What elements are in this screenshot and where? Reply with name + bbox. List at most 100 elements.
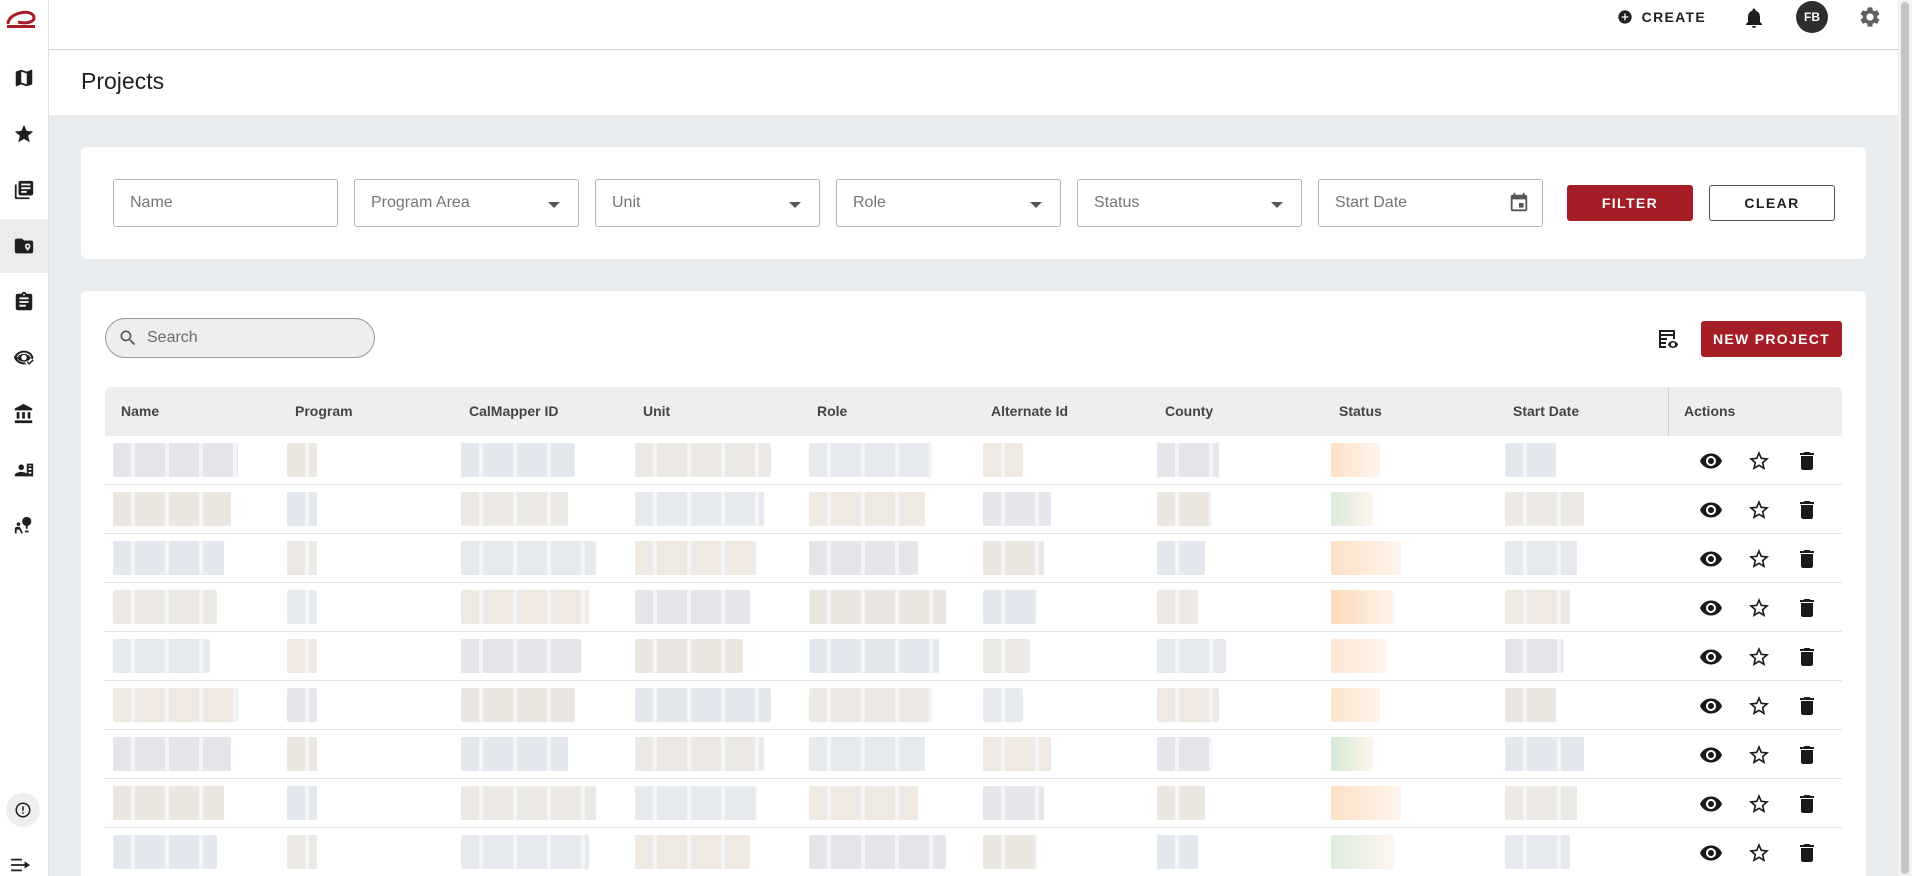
new-project-button[interactable]: NEW PROJECT (1701, 321, 1842, 357)
calendar-icon[interactable] (1508, 192, 1530, 214)
page-scrollbar[interactable] (1898, 0, 1912, 876)
table-row[interactable] (105, 534, 1842, 583)
redacted-cell (1331, 492, 1373, 526)
view-icon[interactable] (1699, 694, 1723, 718)
favorite-icon[interactable] (1747, 792, 1771, 816)
delete-icon[interactable] (1795, 449, 1819, 473)
column-header-role[interactable]: Role (817, 403, 847, 419)
table-row[interactable] (105, 485, 1842, 534)
settings-button[interactable] (1858, 5, 1882, 29)
sidebar-item-documents[interactable] (0, 163, 48, 217)
sidebar-item-contacts[interactable] (0, 443, 48, 497)
view-icon[interactable] (1699, 596, 1723, 620)
column-header-calmapper-id[interactable]: CalMapper ID (469, 403, 558, 419)
user-avatar[interactable]: FB (1796, 1, 1828, 33)
favorite-icon[interactable] (1747, 547, 1771, 571)
delete-icon[interactable] (1795, 792, 1819, 816)
table-row[interactable] (105, 681, 1842, 730)
role-select[interactable]: Role (836, 179, 1061, 227)
delete-icon[interactable] (1795, 498, 1819, 522)
status-select[interactable]: Status (1077, 179, 1302, 227)
delete-icon[interactable] (1795, 841, 1819, 865)
filter-button[interactable]: FILTER (1567, 185, 1693, 221)
favorite-icon[interactable] (1747, 645, 1771, 669)
favorite-icon[interactable] (1747, 743, 1771, 767)
sidebar-item-map[interactable] (0, 51, 48, 105)
program-area-select[interactable]: Program Area (354, 179, 579, 227)
redacted-cell (635, 786, 757, 820)
scrollbar-thumb[interactable] (1901, 2, 1909, 874)
redacted-cell (113, 688, 238, 722)
dropdown-caret-icon (1271, 202, 1283, 208)
redacted-cell (1157, 639, 1226, 673)
redacted-cell (1505, 835, 1570, 869)
app-logo[interactable] (4, 4, 38, 30)
sidebar-item-tasks[interactable] (0, 275, 48, 329)
view-icon[interactable] (1699, 792, 1723, 816)
expand-sidebar-button[interactable] (10, 856, 36, 876)
redacted-cell (461, 443, 575, 477)
column-header-status[interactable]: Status (1339, 403, 1382, 419)
sidebar (0, 0, 49, 876)
redacted-cell (287, 541, 317, 575)
table-row[interactable] (105, 632, 1842, 681)
delete-icon[interactable] (1795, 694, 1819, 718)
column-header-county[interactable]: County (1165, 403, 1213, 419)
start-date-input[interactable]: Start Date (1318, 179, 1543, 227)
clear-button[interactable]: CLEAR (1709, 185, 1835, 221)
favorite-icon[interactable] (1747, 498, 1771, 522)
redacted-cell (983, 492, 1051, 526)
column-header-unit[interactable]: Unit (643, 403, 670, 419)
delete-icon[interactable] (1795, 547, 1819, 571)
sidebar-item-projects[interactable] (0, 219, 48, 273)
column-settings-button[interactable] (1656, 327, 1680, 351)
info-button[interactable] (6, 793, 40, 827)
view-icon[interactable] (1699, 645, 1723, 669)
column-header-start-date[interactable]: Start Date (1513, 403, 1579, 419)
unit-select[interactable]: Unit (595, 179, 820, 227)
column-header-alternate-id[interactable]: Alternate Id (991, 403, 1068, 419)
filter-panel: Name Program Area Unit Role Status Start… (81, 147, 1866, 259)
redacted-cell (287, 492, 317, 526)
favorite-icon[interactable] (1747, 841, 1771, 865)
search-input[interactable]: Search (105, 318, 375, 358)
table-row[interactable] (105, 436, 1842, 485)
sidebar-item-favorites[interactable] (0, 107, 48, 161)
delete-icon[interactable] (1795, 645, 1819, 669)
column-header-name[interactable]: Name (121, 403, 159, 419)
sidebar-item-organizations[interactable] (0, 387, 48, 441)
view-icon[interactable] (1699, 841, 1723, 865)
redacted-cell (461, 492, 568, 526)
status-placeholder: Status (1094, 194, 1140, 211)
redacted-cell (983, 835, 1037, 869)
view-icon[interactable] (1699, 547, 1723, 571)
view-icon[interactable] (1699, 743, 1723, 767)
name-filter-input[interactable]: Name (113, 179, 338, 227)
folder-location-icon (14, 238, 34, 254)
table-row[interactable] (105, 730, 1842, 779)
redacted-cell (113, 590, 217, 624)
sidebar-item-reviews[interactable] (0, 331, 48, 385)
view-icon[interactable] (1699, 449, 1723, 473)
page-header: Projects (49, 50, 1898, 115)
delete-icon[interactable] (1795, 743, 1819, 767)
notifications-button[interactable] (1742, 6, 1766, 30)
view-icon[interactable] (1699, 498, 1723, 522)
table-row[interactable] (105, 779, 1842, 828)
redacted-cell (635, 590, 750, 624)
delete-icon[interactable] (1795, 596, 1819, 620)
favorite-icon[interactable] (1747, 596, 1771, 620)
favorite-icon[interactable] (1747, 694, 1771, 718)
redacted-cell (1505, 639, 1563, 673)
column-header-program[interactable]: Program (295, 403, 353, 419)
bell-icon (1746, 8, 1762, 28)
favorite-icon[interactable] (1747, 449, 1771, 473)
redacted-cell (1331, 639, 1387, 673)
table-row[interactable] (105, 583, 1842, 632)
redacted-cell (461, 541, 596, 575)
sidebar-item-forestry[interactable] (0, 499, 48, 553)
redacted-cell (113, 541, 224, 575)
create-button[interactable]: CREATE (1617, 8, 1706, 26)
redacted-cell (1505, 737, 1584, 771)
table-row[interactable] (105, 828, 1842, 876)
